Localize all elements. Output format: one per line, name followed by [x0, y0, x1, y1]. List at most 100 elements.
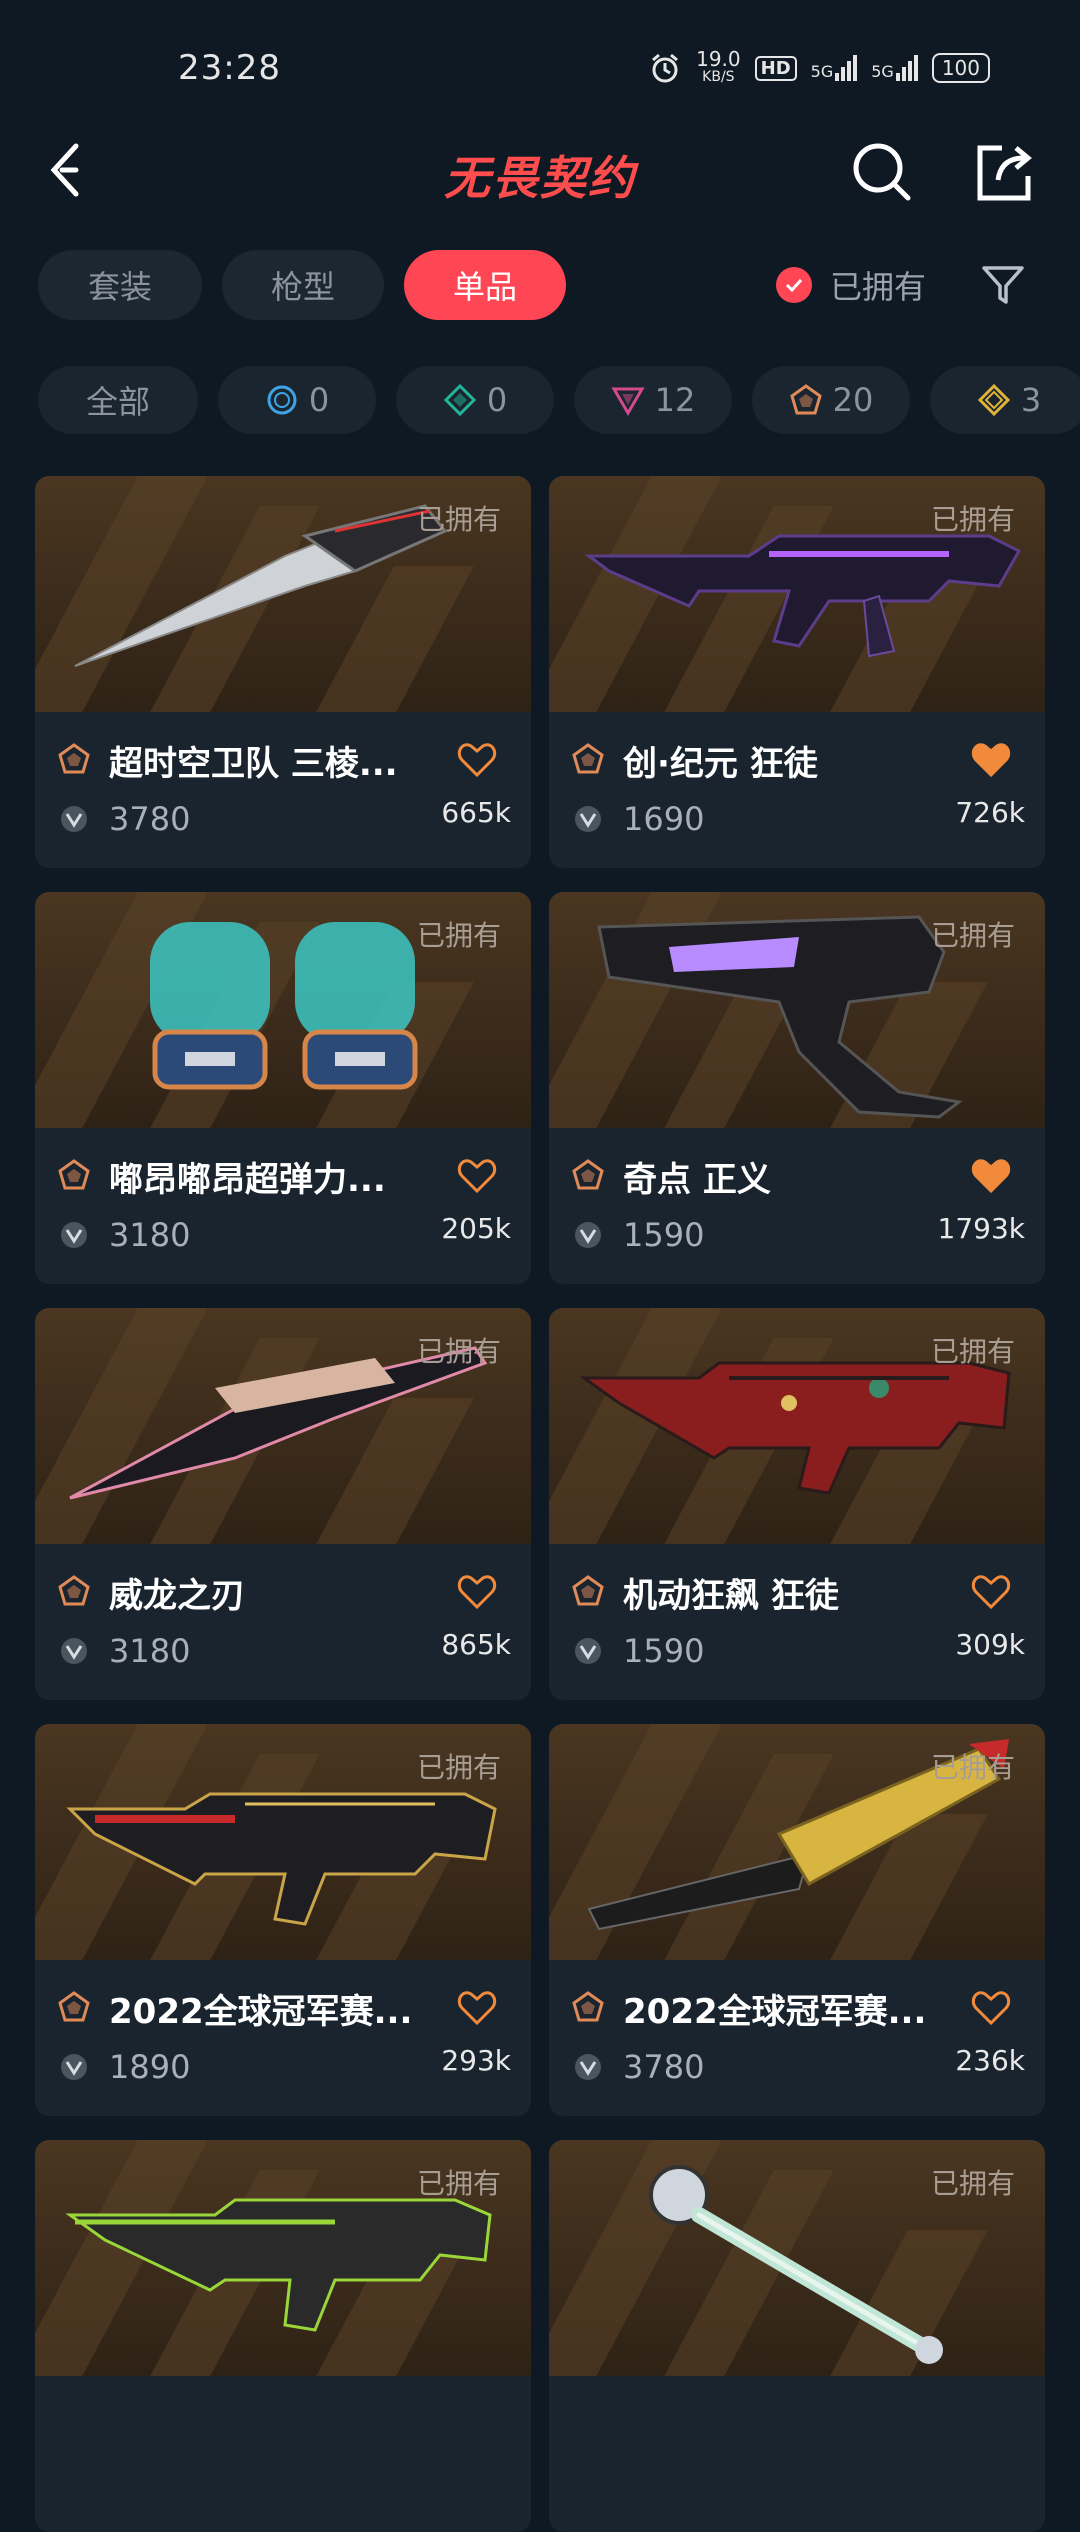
item-card[interactable]: 已拥有 超时空卫队 三棱... 3780 665k	[35, 476, 531, 868]
item-name: 威龙之刃	[109, 1576, 245, 1616]
select-tier-icon	[267, 385, 297, 415]
chip-label: 3	[1020, 381, 1042, 419]
exclusive-tier-icon	[572, 1575, 604, 1606]
owned-tag: 已拥有	[416, 1751, 501, 1784]
item-price: 3180	[109, 1216, 191, 1254]
like-count: 236k	[955, 2044, 1025, 2077]
valorant-points-icon	[61, 1638, 87, 1664]
item-card[interactable]: 已拥有	[549, 2140, 1045, 2532]
item-info: 2022全球冠军赛... 3780 236k	[549, 1960, 1045, 2116]
battery-icon: 100	[931, 53, 990, 83]
heart-outline-icon[interactable]	[457, 1158, 497, 1194]
valorant-points-icon	[575, 1222, 601, 1248]
owned-filter-label: 已拥有	[830, 268, 927, 306]
chip-label: 0	[308, 381, 330, 419]
category-tabs: 套装 枪型 单品	[38, 250, 566, 320]
exclusive-tier-icon	[58, 1159, 90, 1190]
item-card[interactable]: 已拥有 威龙之刃 3180 865k	[35, 1308, 531, 1700]
owned-filter-toggle[interactable]: 已拥有	[776, 262, 926, 308]
premium-tier-icon	[611, 387, 645, 416]
rarity-chip-ultra[interactable]: 3	[930, 366, 1080, 434]
heart-outline-icon[interactable]	[457, 1990, 497, 2026]
item-info: 创·纪元 狂徒 1690 726k	[549, 712, 1045, 868]
item-grid: 已拥有 超时空卫队 三棱... 3780 665k 已拥有 创·纪元 狂徒 16…	[35, 476, 1047, 2532]
item-info: 嘟昂嘟昂超弹力... 3180 205k	[35, 1128, 531, 1284]
item-image: 已拥有	[35, 1724, 531, 1960]
deluxe-tier-icon	[443, 383, 476, 417]
item-name: 创·纪元 狂徒	[623, 744, 818, 784]
exclusive-tier-icon	[572, 1159, 604, 1190]
tab-weapon-types[interactable]: 枪型	[222, 250, 384, 320]
rarity-filter-bar: 全部 0 0 12 20 3	[38, 366, 1080, 436]
item-info: 2022全球冠军赛... 1890 293k	[35, 1960, 531, 2116]
owned-tag: 已拥有	[416, 919, 501, 952]
item-image: 已拥有	[549, 2140, 1045, 2376]
like-count: 865k	[441, 1628, 511, 1661]
ultra-tier-icon	[977, 383, 1010, 417]
item-image: 已拥有	[549, 1308, 1045, 1544]
item-price: 1590	[623, 1216, 705, 1254]
item-name: 嘟昂嘟昂超弹力...	[109, 1160, 386, 1200]
owned-tag: 已拥有	[930, 1751, 1015, 1784]
like-count: 665k	[441, 796, 511, 829]
owned-tag: 已拥有	[416, 503, 501, 536]
valorant-points-icon	[575, 2054, 601, 2080]
filter-icon[interactable]	[980, 262, 1026, 308]
checkbox-checked-icon[interactable]	[776, 267, 812, 303]
exclusive-tier-icon	[789, 384, 822, 415]
owned-tag: 已拥有	[930, 503, 1015, 536]
share-icon[interactable]	[972, 142, 1034, 204]
net-speed: 19.0 KB/S	[696, 47, 741, 85]
valorant-points-icon	[61, 806, 87, 832]
exclusive-tier-icon	[572, 1991, 604, 2022]
tab-bundles[interactable]: 套装	[38, 250, 202, 320]
like-count: 293k	[441, 2044, 511, 2077]
item-image: 已拥有	[549, 1724, 1045, 1960]
item-card[interactable]: 已拥有 创·纪元 狂徒 1690 726k	[549, 476, 1045, 868]
item-info: 超时空卫队 三棱... 3780 665k	[35, 712, 531, 868]
clock: 23:28	[178, 48, 281, 88]
rarity-chip-select[interactable]: 0	[218, 366, 376, 434]
valorant-points-icon	[575, 806, 601, 832]
item-card[interactable]: 已拥有	[35, 2140, 531, 2532]
item-card[interactable]: 已拥有 嘟昂嘟昂超弹力... 3180 205k	[35, 892, 531, 1284]
heart-filled-icon[interactable]	[971, 1158, 1011, 1194]
item-image: 已拥有	[35, 2140, 531, 2376]
heart-outline-icon[interactable]	[971, 1574, 1011, 1610]
item-card[interactable]: 已拥有 机动狂飙 狂徒 1590 309k	[549, 1308, 1045, 1700]
rarity-chip-all[interactable]: 全部	[38, 366, 198, 434]
item-price: 3780	[623, 2048, 705, 2086]
item-price: 1590	[623, 1632, 705, 1670]
status-bar: 23:28 19.0 KB/S HD 5G 5G 100	[0, 0, 1080, 120]
valorant-points-icon	[61, 2054, 87, 2080]
page-title: 无畏契约	[444, 151, 636, 205]
search-icon[interactable]	[850, 140, 914, 204]
signal-icon: 5G	[811, 55, 858, 81]
app-header: 无畏契约	[0, 120, 1080, 220]
heart-outline-icon[interactable]	[457, 1574, 497, 1610]
like-count: 726k	[955, 796, 1025, 829]
like-count: 309k	[955, 1628, 1025, 1661]
owned-tag: 已拥有	[416, 2167, 501, 2200]
rarity-chip-exclusive[interactable]: 20	[752, 366, 910, 434]
like-count: 1793k	[937, 1212, 1025, 1245]
item-price: 1690	[623, 800, 705, 838]
heart-filled-icon[interactable]	[971, 742, 1011, 778]
exclusive-tier-icon	[58, 1991, 90, 2022]
item-price: 3780	[109, 800, 191, 838]
hd-icon: HD	[754, 55, 797, 81]
item-name: 超时空卫队 三棱...	[109, 744, 398, 784]
item-info: 奇点 正义 1590 1793k	[549, 1128, 1045, 1284]
item-name: 机动狂飙 狂徒	[623, 1576, 839, 1616]
rarity-chip-deluxe[interactable]: 0	[396, 366, 554, 434]
item-card[interactable]: 已拥有 奇点 正义 1590 1793k	[549, 892, 1045, 1284]
item-card[interactable]: 已拥有 2022全球冠军赛... 3780 236k	[549, 1724, 1045, 2116]
heart-outline-icon[interactable]	[457, 742, 497, 778]
heart-outline-icon[interactable]	[971, 1990, 1011, 2026]
item-card[interactable]: 已拥有 2022全球冠军赛... 1890 293k	[35, 1724, 531, 2116]
item-name: 2022全球冠军赛...	[623, 1992, 927, 2032]
alarm-icon	[652, 53, 679, 83]
tab-single-items[interactable]: 单品	[404, 250, 566, 320]
item-image: 已拥有	[35, 892, 531, 1128]
rarity-chip-premium[interactable]: 12	[574, 366, 732, 434]
